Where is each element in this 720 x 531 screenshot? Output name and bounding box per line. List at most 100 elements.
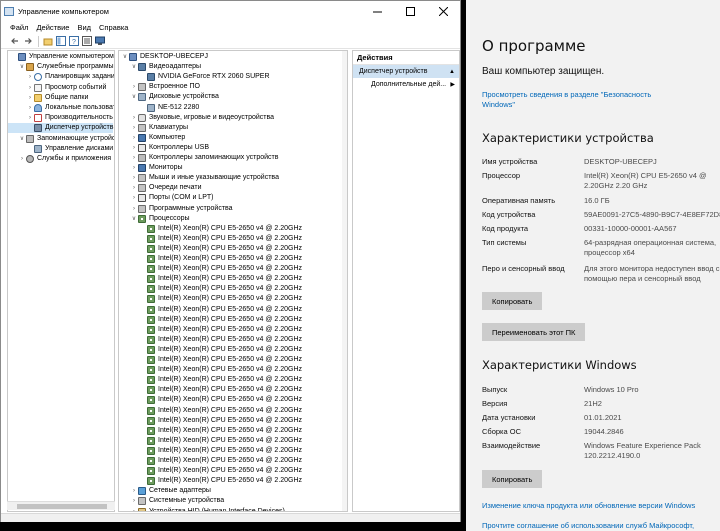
collapsed-chevron-icon[interactable]: › — [26, 93, 34, 103]
change-product-key-link[interactable]: Изменение ключа продукта или обновление … — [482, 501, 695, 510]
device-tree-item[interactable]: Intel(R) Xeon(R) CPU E5-2650 v4 @ 2.20GH… — [119, 395, 302, 405]
device-tree-item[interactable]: Intel(R) Xeon(R) CPU E5-2650 v4 @ 2.20GH… — [119, 315, 302, 325]
device-tree-item[interactable]: NE-512 2280 — [119, 103, 199, 113]
collapsed-chevron-icon[interactable]: › — [26, 103, 34, 113]
device-tree-item[interactable]: › Контроллеры запоминающих устройств — [119, 153, 279, 163]
more-actions-item[interactable]: Дополнительные дей... ▶ — [353, 78, 459, 91]
console-tree-item[interactable]: › Производительность — [8, 113, 113, 123]
device-tree-item[interactable]: Intel(R) Xeon(R) CPU E5-2650 v4 @ 2.20GH… — [119, 234, 302, 244]
device-tree-item[interactable]: Intel(R) Xeon(R) CPU E5-2650 v4 @ 2.20GH… — [119, 385, 302, 395]
device-tree-item[interactable]: Intel(R) Xeon(R) CPU E5-2650 v4 @ 2.20GH… — [119, 355, 302, 365]
console-tree-item[interactable]: › Просмотр событий — [8, 83, 106, 93]
device-tree-item[interactable]: ∨ Видеоадаптеры — [119, 62, 201, 72]
collapsed-chevron-icon[interactable]: › — [130, 496, 138, 506]
device-tree-item[interactable]: › Программные устройства — [119, 204, 233, 214]
device-tree-item[interactable]: Intel(R) Xeon(R) CPU E5-2650 v4 @ 2.20GH… — [119, 466, 302, 476]
collapsed-chevron-icon[interactable]: › — [130, 173, 138, 183]
collapsed-chevron-icon[interactable]: › — [130, 486, 138, 496]
copy-windows-specs-button[interactable]: Копировать — [482, 470, 543, 488]
maximize-button[interactable] — [394, 1, 427, 21]
device-tree-item[interactable]: Intel(R) Xeon(R) CPU E5-2650 v4 @ 2.20GH… — [119, 274, 302, 284]
collapsed-chevron-icon[interactable]: › — [130, 113, 138, 123]
device-tree-item[interactable]: Intel(R) Xeon(R) CPU E5-2650 v4 @ 2.20GH… — [119, 476, 302, 486]
device-tree-item[interactable]: Intel(R) Xeon(R) CPU E5-2650 v4 @ 2.20GH… — [119, 325, 302, 335]
actions-section-device-manager[interactable]: Диспетчер устройств ▲ — [353, 65, 459, 78]
console-tree-item[interactable]: › Общие папки — [8, 93, 88, 103]
help-button[interactable]: ? — [68, 36, 79, 47]
minimize-button[interactable] — [361, 1, 394, 21]
expanded-chevron-icon[interactable]: ∨ — [130, 214, 138, 224]
collapsed-chevron-icon[interactable]: › — [26, 113, 34, 123]
device-tree-item[interactable]: › Системные устройства — [119, 496, 224, 506]
expanded-chevron-icon[interactable]: ∨ — [18, 134, 26, 144]
device-tree-item[interactable]: Intel(R) Xeon(R) CPU E5-2650 v4 @ 2.20GH… — [119, 335, 302, 345]
device-tree-item[interactable]: Intel(R) Xeon(R) CPU E5-2650 v4 @ 2.20GH… — [119, 375, 302, 385]
device-tree-item[interactable]: Intel(R) Xeon(R) CPU E5-2650 v4 @ 2.20GH… — [119, 416, 302, 426]
security-details-link[interactable]: Просмотреть сведения в разделе "Безопасн… — [482, 90, 682, 110]
collapsed-chevron-icon[interactable]: › — [18, 154, 26, 164]
rename-pc-button[interactable]: Переименовать этот ПК — [482, 323, 586, 341]
device-tree-item[interactable]: Intel(R) Xeon(R) CPU E5-2650 v4 @ 2.20GH… — [119, 284, 302, 294]
console-tree-item[interactable]: ∨ Запоминающие устройств — [8, 134, 114, 144]
expanded-chevron-icon[interactable]: ∨ — [130, 92, 138, 102]
menu-view[interactable]: Вид — [77, 23, 91, 32]
expanded-chevron-icon[interactable]: ∨ — [121, 52, 129, 62]
device-tree-item[interactable]: › Мониторы — [119, 163, 183, 173]
collapsed-chevron-icon[interactable]: › — [130, 82, 138, 92]
device-tree-item[interactable]: Intel(R) Xeon(R) CPU E5-2650 v4 @ 2.20GH… — [119, 426, 302, 436]
console-tree-item[interactable]: Управление дисками — [8, 144, 113, 154]
device-tree-item[interactable]: Intel(R) Xeon(R) CPU E5-2650 v4 @ 2.20GH… — [119, 254, 302, 264]
copy-device-specs-button[interactable]: Копировать — [482, 292, 543, 310]
collapsed-chevron-icon[interactable]: › — [130, 507, 138, 512]
console-tree-item[interactable]: › Планировщик заданий — [8, 72, 114, 82]
device-tree-item[interactable]: ∨ DESKTOP-UBECEPJ — [119, 52, 208, 62]
collapsed-chevron-icon[interactable]: › — [26, 83, 34, 93]
console-tree-button[interactable] — [55, 36, 66, 47]
title-bar[interactable]: Управление компьютером — [1, 1, 460, 21]
expanded-chevron-icon[interactable]: ∨ — [18, 62, 26, 72]
collapsed-chevron-icon[interactable]: › — [130, 183, 138, 193]
device-tree-item[interactable]: Intel(R) Xeon(R) CPU E5-2650 v4 @ 2.20GH… — [119, 244, 302, 254]
device-tree-item[interactable]: › Мыши и иные указывающие устройства — [119, 173, 279, 183]
properties-button[interactable] — [81, 36, 92, 47]
console-tree[interactable]: Управление компьютером (л ∨ Служебные прог… — [7, 50, 115, 512]
console-tree-item[interactable]: › Локальные пользоват — [8, 103, 114, 113]
device-tree-item[interactable]: Intel(R) Xeon(R) CPU E5-2650 v4 @ 2.20GH… — [119, 305, 302, 315]
console-tree-item[interactable]: Диспетчер устройств — [8, 123, 114, 134]
collapsed-chevron-icon[interactable]: › — [130, 163, 138, 173]
collapsed-chevron-icon[interactable]: › — [130, 143, 138, 153]
collapsed-chevron-icon[interactable]: › — [130, 204, 138, 214]
device-tree-item[interactable]: Intel(R) Xeon(R) CPU E5-2650 v4 @ 2.20GH… — [119, 365, 302, 375]
up-folder-button[interactable] — [42, 36, 53, 47]
collapsed-chevron-icon[interactable]: › — [130, 153, 138, 163]
expanded-chevron-icon[interactable]: ∨ — [130, 62, 138, 72]
device-tree-item[interactable]: Intel(R) Xeon(R) CPU E5-2650 v4 @ 2.20GH… — [119, 294, 302, 304]
device-tree-item[interactable]: Intel(R) Xeon(R) CPU E5-2650 v4 @ 2.20GH… — [119, 436, 302, 446]
console-tree-item[interactable]: ∨ Служебные программы — [8, 62, 114, 72]
device-tree-item[interactable]: Intel(R) Xeon(R) CPU E5-2650 v4 @ 2.20GH… — [119, 264, 302, 274]
console-tree-item[interactable]: › Службы и приложения — [8, 154, 111, 164]
device-tree-item[interactable]: Intel(R) Xeon(R) CPU E5-2650 v4 @ 2.20GH… — [119, 345, 302, 355]
device-tree-item[interactable]: › Компьютер — [119, 133, 185, 143]
device-tree-item[interactable]: NVIDIA GeForce RTX 2060 SUPER — [119, 72, 270, 82]
device-tree-vertical-scrollbar[interactable] — [342, 51, 347, 511]
device-manager-tree[interactable]: ∨ DESKTOP-UBECEPJ ∨ Видеоадаптеры NVIDIA GeF… — [118, 50, 348, 512]
console-tree-horizontal-scrollbar[interactable] — [7, 501, 115, 510]
device-tree-item[interactable]: Intel(R) Xeon(R) CPU E5-2650 v4 @ 2.20GH… — [119, 406, 302, 416]
menu-action[interactable]: Действие — [36, 23, 69, 32]
device-tree-item[interactable]: Intel(R) Xeon(R) CPU E5-2650 v4 @ 2.20GH… — [119, 456, 302, 466]
scrollbar-thumb[interactable] — [17, 504, 107, 509]
device-tree-item[interactable]: ∨ Процессоры — [119, 214, 190, 224]
menu-help[interactable]: Справка — [99, 23, 128, 32]
close-button[interactable] — [427, 1, 460, 21]
collapsed-chevron-icon[interactable]: › — [130, 123, 138, 133]
device-tree-item[interactable]: Intel(R) Xeon(R) CPU E5-2650 v4 @ 2.20GH… — [119, 224, 302, 234]
device-tree-item[interactable]: ∨ Дисковые устройства — [119, 92, 219, 102]
services-agreement-link[interactable]: Прочтите соглашение об использовании слу… — [482, 521, 694, 530]
device-tree-item[interactable]: › Клавиатуры — [119, 123, 188, 133]
forward-button[interactable] — [22, 36, 33, 47]
device-tree-item[interactable]: Intel(R) Xeon(R) CPU E5-2650 v4 @ 2.20GH… — [119, 446, 302, 456]
menu-file[interactable]: Файл — [10, 23, 28, 32]
device-tree-item[interactable]: › Контроллеры USB — [119, 143, 209, 153]
device-tree-item[interactable]: › Встроенное ПО — [119, 82, 200, 92]
